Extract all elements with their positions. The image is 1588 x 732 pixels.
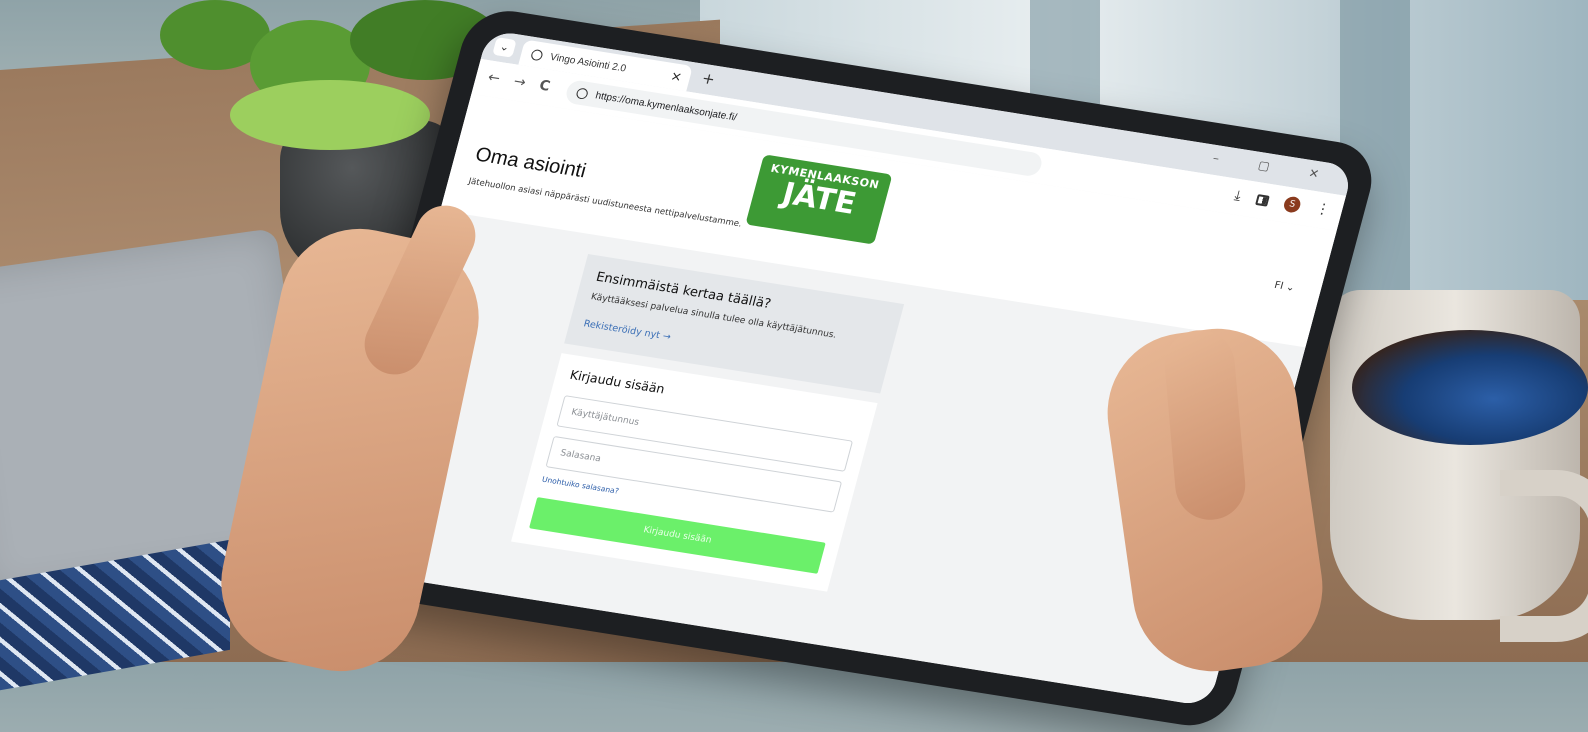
page-subtitle: Jätehuollon asiasi näppärästi uudistunee… [467,176,743,230]
download-icon[interactable]: ⤓ [1233,188,1243,205]
register-link[interactable]: Rekisteröidy nyt → [582,318,672,342]
tab-list-button[interactable]: ⌄ [492,37,517,58]
kymenlaakson-jate-logo[interactable]: KYMENLAAKSON JÄTE [745,154,893,245]
browser-menu-icon[interactable]: ⋮ [1314,201,1332,219]
globe-icon [530,48,544,61]
cup-handle [1500,470,1588,642]
coffee [1352,330,1588,445]
login-panel: Ensimmäistä kertaa täällä? Käyttääksesi … [511,254,905,592]
back-button[interactable]: ← [486,69,502,86]
profile-avatar[interactable]: S [1282,195,1303,214]
side-panel-icon[interactable] [1255,193,1270,207]
login-button[interactable]: Kirjaudu sisään [529,497,826,574]
forward-button[interactable]: → [512,74,528,91]
close-tab-icon[interactable]: × [669,69,684,85]
site-info-icon[interactable] [575,86,590,100]
reload-button[interactable]: C [537,78,551,95]
new-tab-button[interactable]: + [700,69,717,88]
page-title: Oma asiointi [472,143,589,183]
plant-stems [230,80,430,150]
toolbar-actions: ⤓ S ⋮ [1233,188,1332,219]
login-form: Kirjaudu sisään Käyttäjätunnus Salasana … [511,353,878,592]
language-selector[interactable]: FI ⌄ [1273,280,1296,294]
